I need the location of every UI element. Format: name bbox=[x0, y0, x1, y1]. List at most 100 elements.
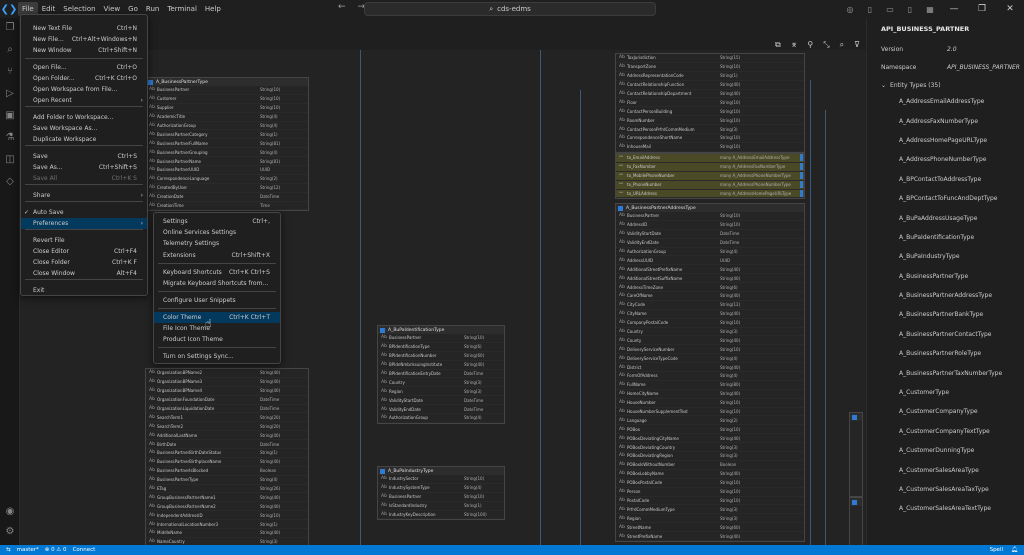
database-icon[interactable]: ◫ bbox=[0, 154, 20, 170]
file-menu-item[interactable]: New Window Ctrl+Shift+N bbox=[21, 45, 147, 56]
entity-property-row[interactable]: Ab District String(40) bbox=[616, 363, 804, 373]
preferences-menu-item[interactable]: Settings Ctrl+, bbox=[154, 216, 280, 227]
file-menu-item[interactable]: Close Editor Ctrl+F4 bbox=[21, 246, 147, 257]
entity-type-item[interactable]: A_CustomerType bbox=[867, 383, 1024, 402]
entity-property-row[interactable]: Ab AddressID String(10) bbox=[616, 221, 804, 230]
entity-type-item[interactable]: A_AddressEmailAddressType bbox=[867, 92, 1024, 111]
entity-type-item[interactable]: A_CustomerDunningType bbox=[867, 441, 1024, 460]
preferences-menu-item[interactable]: Migrate Keyboard Shortcuts from... bbox=[154, 278, 280, 289]
entity-property-row[interactable]: Ab AuthorizationGroup String(4) bbox=[378, 414, 504, 423]
layout-right-icon[interactable]: ▯ bbox=[900, 5, 920, 14]
copilot-icon[interactable]: ◎ bbox=[840, 5, 860, 14]
entity-address-upper[interactable]: Ab TaxJurisdiction String(15) Ab TransportZo… bbox=[615, 53, 805, 153]
entity-property-row[interactable]: Ab POBoxDeviatingCityName String(40) bbox=[616, 434, 804, 444]
entity-property-row[interactable]: Ab CityName String(40) bbox=[616, 310, 804, 319]
entity-property-row[interactable]: Ab Region String(3) bbox=[616, 514, 804, 524]
entity-property-row[interactable]: Ab ContactRelationshipDepartment String(40… bbox=[616, 90, 804, 99]
preferences-menu-item[interactable]: Turn on Settings Sync... bbox=[154, 351, 280, 362]
entity-property-row[interactable]: Ab ETag String(26) bbox=[146, 485, 308, 494]
entity-property-row[interactable]: Ab AdditionalStreetSuffixName String(40) bbox=[616, 274, 804, 284]
entity-box-partial[interactable] bbox=[849, 497, 863, 545]
entity-type-item[interactable]: A_BPContactToFuncAndDeptType bbox=[867, 189, 1024, 208]
entity-property-row[interactable]: Ab OrganizationFoundationDate DateTime bbox=[146, 396, 308, 405]
entity-property-row[interactable]: Ab BusinessPartnerIsBlocked Boolean bbox=[146, 467, 308, 476]
entity-property-row[interactable]: Ab IndustryKeyDescription String(100) bbox=[378, 511, 504, 520]
entity-property-row[interactable]: Ab Country String(3) bbox=[616, 328, 804, 337]
entity-property-row[interactable]: Ab TransportZone String(10) bbox=[616, 63, 804, 72]
entity-property-row[interactable]: Ab ValidityStartDate DateTime bbox=[616, 230, 804, 239]
notifications-bell-icon[interactable]: 🔔︎ bbox=[1011, 547, 1018, 553]
entity-property-row[interactable]: Ab AddressUUID UUID bbox=[616, 256, 804, 266]
branch-indicator[interactable]: master* bbox=[17, 547, 39, 553]
entity-type-item[interactable]: A_BusinessPartnerRoleType bbox=[867, 344, 1024, 363]
preferences-menu-item[interactable]: Color Theme Ctrl+K Ctrl+T bbox=[154, 312, 280, 323]
entity-type-item[interactable]: A_AddressFaxNumberType bbox=[867, 111, 1024, 130]
entity-bp-address[interactable]: A_BusinessPartnerAddressType Ab BusinessPa… bbox=[615, 203, 805, 542]
customize-layout-icon[interactable]: ▦ bbox=[920, 5, 940, 14]
docker-icon[interactable]: ◇ bbox=[0, 176, 20, 192]
file-menu-item[interactable]: Duplicate Workspace bbox=[21, 134, 147, 145]
entity-property-row[interactable]: Ab PostalCode String(10) bbox=[616, 497, 804, 506]
menu-terminal[interactable]: Terminal bbox=[163, 2, 201, 16]
entity-box-partial[interactable] bbox=[849, 412, 863, 497]
entity-property-row[interactable]: Ab ContactRelationshipFunction String(40) bbox=[616, 81, 804, 90]
preferences-menu-item[interactable]: Online Services Settings bbox=[154, 227, 280, 238]
file-menu-item[interactable]: Open Recent › bbox=[21, 95, 147, 106]
entity-property-row[interactable]: Ab BusinessPartnerGrouping String(4) bbox=[146, 148, 308, 158]
entity-business-partner-lower[interactable]: Ab OrganizationBPName2 String(40) Ab Organiz… bbox=[145, 368, 309, 545]
entity-type-item[interactable]: A_BuPaAddressUsageType bbox=[867, 208, 1024, 227]
entity-property-row[interactable]: Ab CreationTime Time bbox=[146, 202, 308, 211]
entity-property-row[interactable]: Ab FullName String(80) bbox=[616, 381, 804, 390]
source-control-icon[interactable]: ⑂ bbox=[0, 66, 20, 82]
file-menu-item[interactable]: Preferences › bbox=[21, 218, 147, 229]
entity-property-row[interactable]: Ab CareOfName String(40) bbox=[616, 292, 804, 301]
entity-property-row[interactable]: Ab POBoxIsWithoutNumber Boolean bbox=[616, 461, 804, 470]
entity-type-item[interactable]: A_BusinessPartnerType bbox=[867, 267, 1024, 286]
entity-type-item[interactable]: A_BusinessPartnerAddressType bbox=[867, 286, 1024, 305]
command-center-search[interactable]: ⌕ cds-edms bbox=[364, 2, 656, 16]
entity-property-row[interactable]: Ab POBoxDeviatingRegion String(3) bbox=[616, 452, 804, 461]
entity-property-row[interactable]: ⚯ to_FaxNumber many A_AddressFaxNumberType bbox=[616, 162, 804, 172]
entity-property-row[interactable]: Ab BusinessPartnerUUID UUID bbox=[146, 166, 308, 175]
entity-address-navigation[interactable]: ⚯ to_EmailAddress many A_AddressEmailAddre… bbox=[615, 153, 805, 200]
spell-indicator[interactable]: Spell bbox=[990, 547, 1003, 553]
entity-property-row[interactable]: Ab BusinessPartnerBirthDateStatus String(1… bbox=[146, 449, 308, 458]
file-menu-item[interactable]: Open Folder... Ctrl+K Ctrl+O bbox=[21, 73, 147, 84]
entity-property-row[interactable]: Ab OrganizationLiquidationDate DateTime bbox=[146, 405, 308, 414]
file-menu-item[interactable]: Close Window Alt+F4 bbox=[21, 268, 147, 279]
entity-property-row[interactable]: Ab BusinessPartner String(10) bbox=[146, 86, 308, 95]
entity-property-row[interactable]: Ab ValidityEndDate DateTime bbox=[378, 405, 504, 415]
diagram-filter-icon[interactable]: ⌆ bbox=[791, 40, 798, 50]
entity-property-row[interactable]: Ab OrganizationBPName2 String(40) bbox=[146, 369, 308, 378]
entity-property-row[interactable]: Ab POBoxLobbyName String(40) bbox=[616, 470, 804, 479]
entity-property-row[interactable]: ⚯ to_PhoneNumber many A_AddressPhoneNumber… bbox=[616, 180, 804, 190]
entity-header[interactable]: A_BuPaIndustryType bbox=[378, 467, 504, 475]
entity-property-row[interactable]: Ab POBoxDeviatingCountry String(3) bbox=[616, 443, 804, 453]
file-menu-item[interactable]: Exit bbox=[21, 285, 147, 296]
entity-type-item[interactable]: A_BPContactToAddressType bbox=[867, 170, 1024, 189]
entity-property-row[interactable]: Ab BusinessPartner String(10) bbox=[616, 212, 804, 221]
entity-property-row[interactable]: Ab AcademicTitle String(4) bbox=[146, 113, 308, 122]
entity-property-row[interactable]: Ab Supplier String(10) bbox=[146, 104, 308, 113]
preferences-menu-item[interactable]: File Icon Theme bbox=[154, 323, 280, 334]
entity-property-row[interactable]: Ab BPIdentificationType String(6) bbox=[378, 343, 504, 352]
entity-property-row[interactable]: Ab MiddleName String(40) bbox=[146, 529, 308, 538]
entity-property-row[interactable]: Ab BusinessPartnerCategory String(1) bbox=[146, 130, 308, 140]
restore-icon[interactable]: ❐ bbox=[968, 4, 996, 14]
accounts-icon[interactable]: ◉ bbox=[0, 506, 20, 522]
entity-business-partner[interactable]: A_BusinessPartnerType Ab BusinessPartner St… bbox=[145, 77, 309, 212]
entity-property-row[interactable]: Ab IndustrySector String(10) bbox=[378, 475, 504, 484]
entity-bp-industry[interactable]: A_BuPaIndustryType Ab IndustrySector String… bbox=[377, 466, 505, 521]
entity-property-row[interactable]: Ab PrfrdCommMediumType String(3) bbox=[616, 505, 804, 515]
file-menu-item[interactable]: Share › bbox=[21, 190, 147, 201]
entity-property-row[interactable]: Ab BusinessPartner String(10) bbox=[378, 334, 504, 343]
entity-property-row[interactable]: Ab ContactPersonBuilding String(10) bbox=[616, 107, 804, 117]
entity-property-row[interactable]: Ab BusinessPartnerBirthplaceName String(40… bbox=[146, 458, 308, 467]
file-menu-item[interactable]: Add Folder to Workspace... bbox=[21, 112, 147, 123]
entity-property-row[interactable]: ⚯ to_MobilePhoneNumber many A_AddressPhone… bbox=[616, 171, 804, 181]
entity-property-row[interactable]: Ab GroupBusinessPartnerName1 String(40) bbox=[146, 493, 308, 503]
entity-type-item[interactable]: A_BuPaIndustryType bbox=[867, 247, 1024, 266]
file-menu-item[interactable]: ✓ Auto Save bbox=[21, 207, 147, 218]
funnel-icon[interactable]: ⊽ bbox=[854, 40, 860, 50]
entity-property-row[interactable]: Ab InhouseMail String(10) bbox=[616, 143, 804, 152]
